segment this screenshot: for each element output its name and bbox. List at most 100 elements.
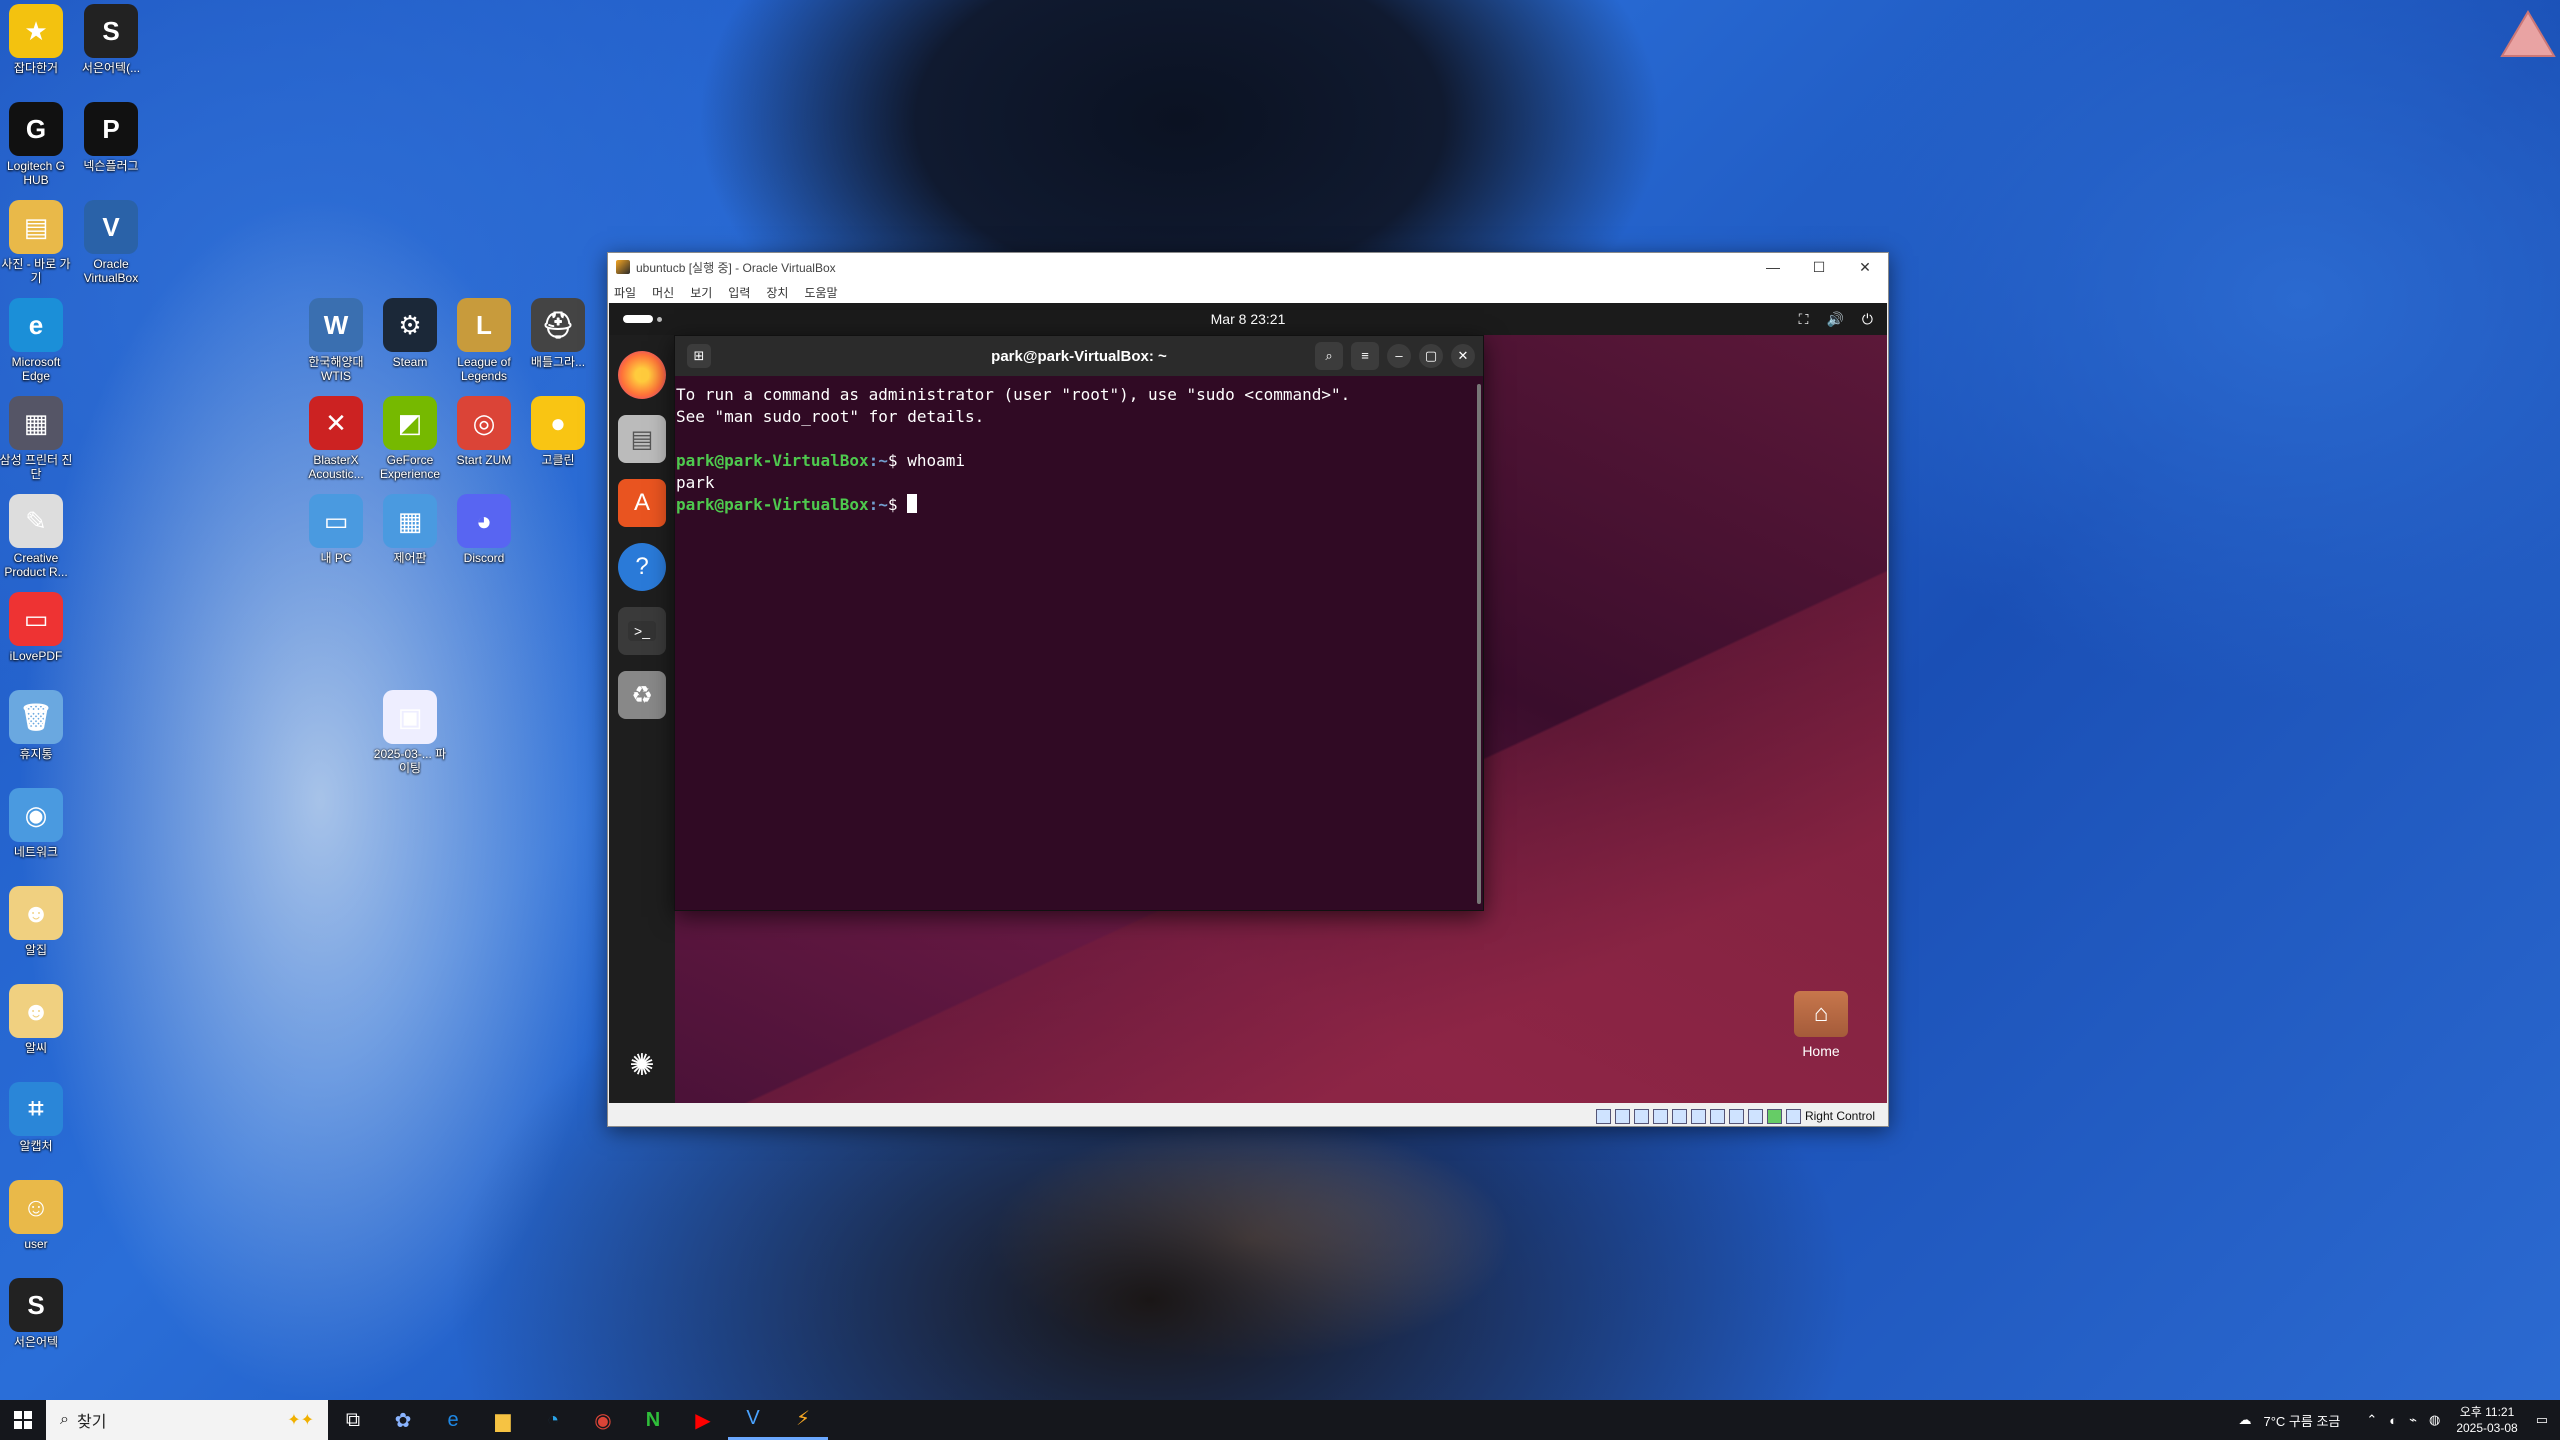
keyboard-status-icon[interactable] [1785,1108,1801,1124]
power-icon[interactable]: ⏻ [1862,311,1873,328]
naver-icon[interactable]: N [628,1400,678,1440]
trash-icon[interactable]: ♻ [618,671,666,719]
weather-icon[interactable]: ☁ [2238,1412,2251,1428]
network-tray-icon[interactable]: ⌁ [2409,1412,2417,1428]
terminal-prompt-line: park@park-VirtualBox:~$ whoami [676,450,1481,472]
maximize-button[interactable]: ☐ [1796,259,1842,276]
task-view-icon[interactable]: ⧉ [328,1400,378,1440]
menu-view[interactable]: 보기 [690,284,712,301]
chrome-icon[interactable]: ◉ [578,1400,628,1440]
guest-screen[interactable]: Mar 8 23:21 ⛶ 🔊 ⏻ ▤ A ? >_ ♻ ✺ ⊞ park@pa… [609,303,1887,1103]
desktop-icon-control[interactable]: ▦ 제어판 [372,494,448,590]
search-box[interactable]: ⌕ 찾기 ✦✦ [46,1400,328,1440]
help-icon[interactable]: ? [618,543,666,591]
recording-status-icon[interactable] [1728,1108,1744,1124]
desktop-icon-samsung[interactable]: ▦ 삼성 프린터 진단 [0,396,74,492]
menu-help[interactable]: 도움말 [804,284,837,301]
menu-devices[interactable]: 장치 [766,284,788,301]
desktop-icon-network[interactable]: ◉ 네트워크 [0,788,74,884]
menu-machine[interactable]: 머신 [652,284,674,301]
desktop-icon-discord[interactable]: ◕ Discord [446,494,522,590]
home-folder-desktop-icon[interactable]: ⌂ Home [1791,991,1851,1071]
terminal-window[interactable]: ⊞ park@park-VirtualBox: ~ ⌕ ≡ – ▢ ✕ To r… [674,335,1484,911]
desktop-icon-trash[interactable]: 🗑 휴지통 [0,690,74,786]
weather-text[interactable]: 7°C 구름 조금 [2263,1411,2340,1430]
file-explorer-icon[interactable]: ▆ [478,1400,528,1440]
desktop-icon-gostop[interactable]: ● 고클린 [520,396,596,492]
shared-folder-status-icon[interactable] [1690,1108,1706,1124]
desktop-icon-blasterx[interactable]: ✕ BlasterX Acoustic... [298,396,374,492]
prompt-path: :~ [868,495,888,514]
display-status-icon[interactable] [1709,1108,1725,1124]
minimize-button[interactable]: — [1750,259,1796,276]
taskbar-clock[interactable]: 오후 11:21 2025-03-08 [2456,1404,2517,1436]
desktop-icon-pubg[interactable]: ⛑ 배틀그라... [520,298,596,394]
vm-window-taskbar-icon[interactable]: ⚡ [778,1400,828,1440]
desktop-icon-user[interactable]: ☺ user [0,1180,74,1276]
desktop-icon-label: user [24,1237,48,1251]
terminal-output[interactable]: To run a command as administrator (user … [675,376,1483,516]
desktop-icon-nexon[interactable]: P 넥슨플러그 [73,102,149,198]
terminal-scrollbar[interactable] [1477,384,1481,904]
hdd-status-icon[interactable] [1595,1108,1611,1124]
desktop-icon-lol[interactable]: L League of Legends [446,298,522,394]
close-button[interactable]: ✕ [1842,259,1888,276]
desktop-icon-creative[interactable]: ✎ Creative Product R... [0,494,74,590]
desktop-icon-alzip[interactable]: ☻ 알집 [0,886,74,982]
desktop-icon-label: 한국해양대 WTIS [308,355,364,383]
network-status-icon[interactable] [1652,1108,1668,1124]
desktop-icon-steam[interactable]: ⚙ Steam [372,298,448,394]
desktop-icon-seoeun2[interactable]: S 서은어텍 [0,1278,74,1374]
audio-status-icon[interactable] [1633,1108,1649,1124]
app-center-icon[interactable]: A [618,479,666,527]
show-apps-icon[interactable]: ✺ [618,1041,666,1089]
edge-icon[interactable]: ◔ [528,1400,578,1440]
internet-explorer-icon[interactable]: e [428,1400,478,1440]
desktop-icon-seoeun1[interactable]: S 서은어텍(... [73,4,149,100]
virtualbox-taskbar-icon[interactable]: V [728,1400,778,1440]
desktop-icon-favorites[interactable]: ★ 잡다한거 [0,4,74,100]
copilot-icon[interactable]: ✿ [378,1400,428,1440]
firefox-icon[interactable] [618,351,666,399]
desktop-icon-label: GeForce Experience [379,453,441,481]
desktop-icon-imagefile[interactable]: ▣ 2025-03-... 파이팅 [372,690,448,786]
vbox-titlebar[interactable]: ubuntucb [실행 중] - Oracle VirtualBox — ☐ … [608,253,1888,281]
youtube-icon[interactable]: ▶ [678,1400,728,1440]
terminal-icon[interactable]: >_ [618,607,666,655]
start-button[interactable] [0,1400,46,1440]
desktop-icon-logitech[interactable]: G Logitech G HUB [0,102,74,198]
alsee-icon: ☻ [9,984,63,1038]
notification-icon[interactable]: ▭ [2536,1412,2548,1428]
tray-app-icon[interactable]: ◐ [2389,1413,2397,1428]
hamburger-menu-icon[interactable]: ≡ [1351,342,1379,370]
files-icon[interactable]: ▤ [618,415,666,463]
desktop-icon-label: 사진 - 바로 가기 [1,257,71,285]
mouse-integration-icon[interactable] [1766,1108,1782,1124]
terminal-close-button[interactable]: ✕ [1451,344,1475,368]
desktop-icon-geforce[interactable]: ◩ GeForce Experience [372,396,448,492]
logitech-icon: G [9,102,63,156]
desktop-icon-mypc[interactable]: ▭ 내 PC [298,494,374,590]
search-icon[interactable]: ⌕ [1315,342,1343,370]
desktop-icon-alsee[interactable]: ☻ 알씨 [0,984,74,1080]
volume-tray-icon[interactable]: ◍ [2429,1412,2440,1428]
menu-input[interactable]: 입력 [728,284,750,301]
chevron-up-icon[interactable]: ⌃ [2366,1412,2377,1428]
optical-status-icon[interactable] [1614,1108,1630,1124]
desktop-icon-virtualbox[interactable]: V Oracle VirtualBox [73,200,149,296]
cpu-status-icon[interactable] [1747,1108,1763,1124]
desktop-icon-photos[interactable]: ▤ 사진 - 바로 가기 [0,200,74,296]
gnome-clock[interactable]: Mar 8 23:21 [609,311,1887,327]
desktop-icon-alcapture[interactable]: ⌗ 알캡처 [0,1082,74,1178]
desktop-icon-zum[interactable]: ◎ Start ZUM [446,396,522,492]
desktop-icon-edge[interactable]: e Microsoft Edge [0,298,74,394]
volume-icon[interactable]: 🔊 [1826,311,1843,328]
desktop-icon-ilovepdf[interactable]: ▭ iLovePDF [0,592,74,688]
network-icon[interactable]: ⛶ [1799,311,1809,328]
terminal-header[interactable]: ⊞ park@park-VirtualBox: ~ ⌕ ≡ – ▢ ✕ [675,336,1483,376]
menu-file[interactable]: 파일 [614,284,636,301]
terminal-minimize-button[interactable]: – [1387,344,1411,368]
desktop-icon-wtis[interactable]: W 한국해양대 WTIS [298,298,374,394]
usb-status-icon[interactable] [1671,1108,1687,1124]
terminal-maximize-button[interactable]: ▢ [1419,344,1443,368]
